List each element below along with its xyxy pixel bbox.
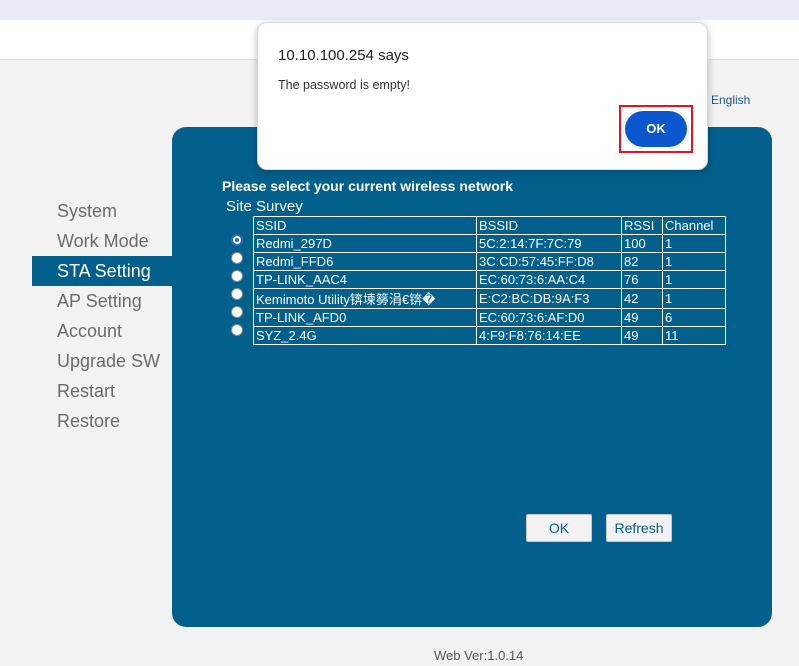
column-header-channel: Channel — [662, 216, 726, 235]
browser-top-strip — [0, 0, 799, 20]
network-radio-0[interactable] — [231, 234, 243, 246]
cell-channel: 1 — [662, 270, 726, 289]
table-row[interactable]: Redmi_297D 5C:2:14:7F:7C:79 100 1 — [253, 234, 726, 253]
network-radio-5[interactable] — [231, 324, 243, 336]
cell-ssid: Redmi_FFD6 — [253, 252, 477, 271]
cell-bssid: 4:F9:F8:76:14:EE — [476, 326, 622, 345]
column-header-rssi: RSSI — [621, 216, 663, 235]
cell-channel: 11 — [662, 326, 726, 345]
cell-bssid: 3C:CD:57:45:FF:D8 — [476, 252, 622, 271]
column-header-bssid: BSSID — [476, 216, 622, 235]
web-version: Web Ver:1.0.14 — [434, 648, 524, 663]
dialog-ok-button[interactable]: OK — [623, 109, 689, 149]
nav-item-sta-setting[interactable]: STA Setting — [32, 256, 177, 286]
table-row[interactable]: Kemimoto Utility锛堜簩涓€锛� E:C2:BC:DB:9A:F3… — [253, 288, 726, 309]
column-header-ssid: SSID — [253, 216, 477, 235]
network-radio-3[interactable] — [231, 288, 243, 300]
cell-rssi: 82 — [621, 252, 663, 271]
table-row[interactable]: SYZ_2.4G 4:F9:F8:76:14:EE 49 11 — [253, 326, 726, 345]
cell-channel: 1 — [662, 252, 726, 271]
cell-ssid: TP-LINK_AFD0 — [253, 308, 477, 327]
cell-bssid: EC:60:73:6:AA:C4 — [476, 270, 622, 289]
alert-dialog: 10.10.100.254 says The password is empty… — [257, 22, 708, 170]
table-row[interactable]: Redmi_FFD6 3C:CD:57:45:FF:D8 82 1 — [253, 252, 726, 271]
cell-ssid: Redmi_297D — [253, 234, 477, 253]
cell-rssi: 100 — [621, 234, 663, 253]
cell-rssi: 49 — [621, 308, 663, 327]
panel-title: Please select your current wireless netw… — [222, 178, 514, 194]
nav-item-restore[interactable]: Restore — [32, 406, 177, 436]
sta-setting-panel: Please select your current wireless netw… — [172, 127, 772, 627]
nav-item-work-mode[interactable]: Work Mode — [32, 226, 177, 256]
site-survey-label: Site Survey — [226, 198, 303, 215]
nav-item-upgrade-sw[interactable]: Upgrade SW — [32, 346, 177, 376]
cell-ssid: TP-LINK_AAC4 — [253, 270, 477, 289]
cell-ssid: SYZ_2.4G — [253, 326, 477, 345]
cell-channel: 6 — [662, 308, 726, 327]
network-radio-4[interactable] — [231, 306, 243, 318]
nav-item-system[interactable]: System — [32, 196, 177, 226]
cell-bssid: E:C2:BC:DB:9A:F3 — [476, 288, 622, 309]
nav-item-ap-setting[interactable]: AP Setting — [32, 286, 177, 316]
dialog-title: 10.10.100.254 says — [278, 47, 409, 64]
site-survey-table: SSID BSSID RSSI Channel Redmi_297D 5C:2:… — [253, 216, 726, 345]
nav-item-account[interactable]: Account — [32, 316, 177, 346]
cell-ssid: Kemimoto Utility锛堜簩涓€锛� — [253, 288, 477, 309]
table-row[interactable]: TP-LINK_AFD0 EC:60:73:6:AF:D0 49 6 — [253, 308, 726, 327]
cell-bssid: EC:60:73:6:AF:D0 — [476, 308, 622, 327]
sidebar-nav: System Work Mode STA Setting AP Setting … — [32, 196, 177, 436]
cell-channel: 1 — [662, 234, 726, 253]
cell-rssi: 76 — [621, 270, 663, 289]
language-link[interactable]: English — [711, 93, 750, 107]
table-row[interactable]: TP-LINK_AAC4 EC:60:73:6:AA:C4 76 1 — [253, 270, 726, 289]
cell-rssi: 42 — [621, 288, 663, 309]
dialog-message: The password is empty! — [278, 78, 410, 92]
cell-bssid: 5C:2:14:7F:7C:79 — [476, 234, 622, 253]
network-radio-1[interactable] — [231, 252, 243, 264]
nav-item-restart[interactable]: Restart — [32, 376, 177, 406]
network-radio-group — [231, 234, 243, 342]
refresh-button[interactable]: Refresh — [606, 514, 672, 542]
cell-channel: 1 — [662, 288, 726, 309]
table-header-row: SSID BSSID RSSI Channel — [253, 216, 726, 235]
ok-button[interactable]: OK — [526, 514, 592, 542]
network-radio-2[interactable] — [231, 270, 243, 282]
cell-rssi: 49 — [621, 326, 663, 345]
